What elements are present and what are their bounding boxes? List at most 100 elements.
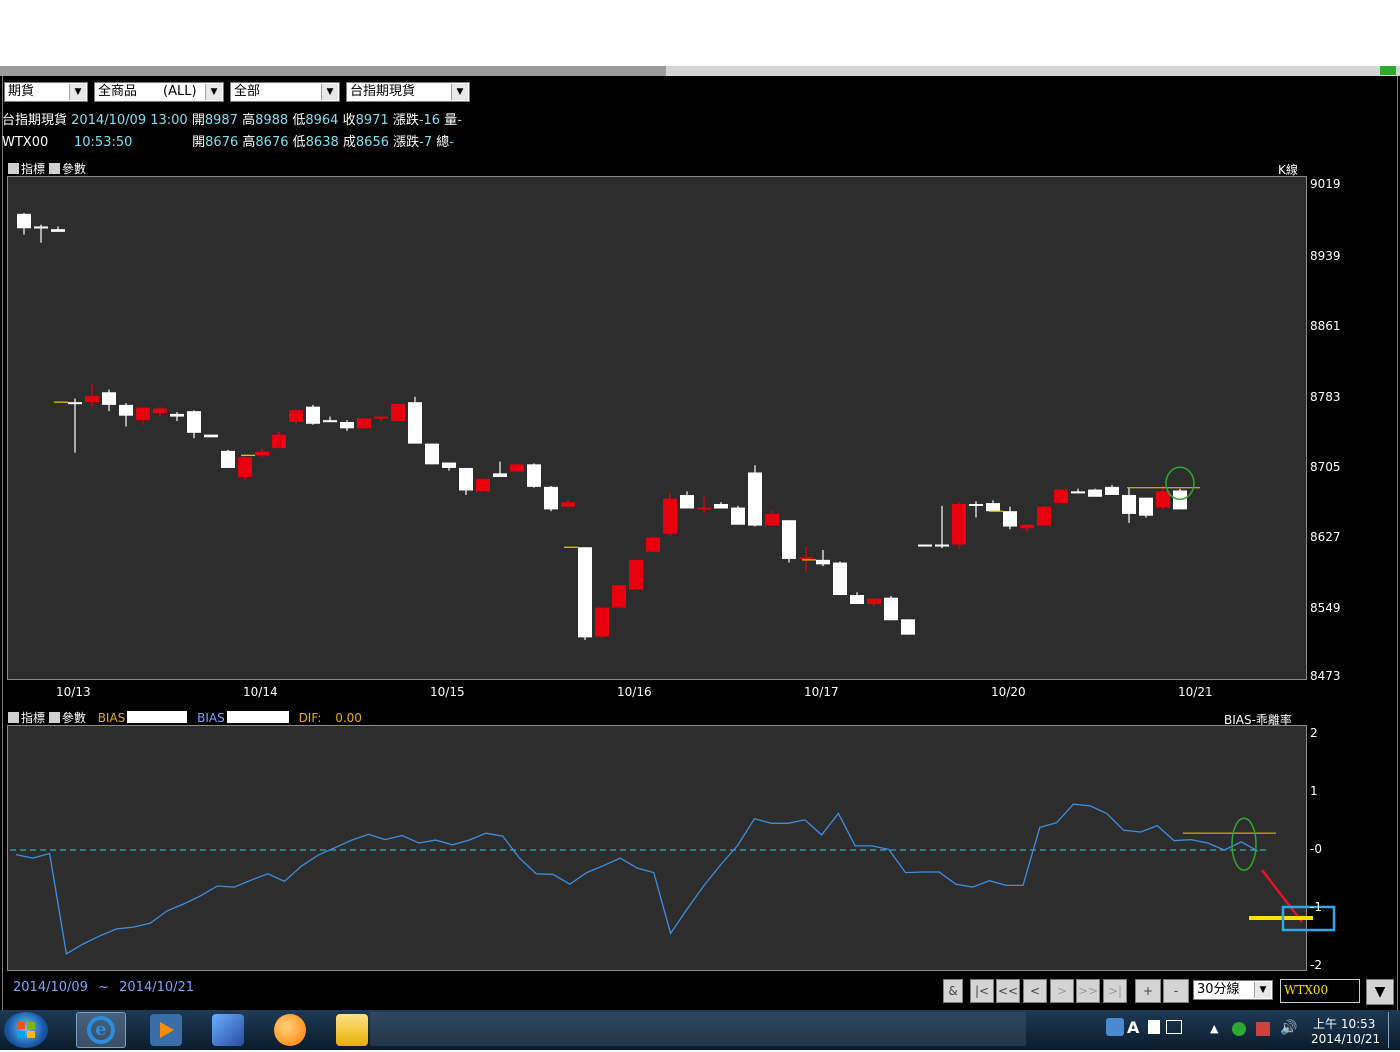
- symbol-select[interactable]: 台指期現貨 ▼: [346, 82, 470, 102]
- deal-value: 8656: [355, 135, 389, 150]
- fast-forward-button[interactable]: >>: [1076, 979, 1100, 1003]
- param-button[interactable]: 參數: [62, 162, 86, 176]
- price-tick-label: 8783: [1310, 389, 1341, 404]
- tray-ime-icon[interactable]: A: [1127, 1018, 1145, 1037]
- candle-body: [748, 472, 762, 526]
- trading-app-icon[interactable]: [212, 1014, 244, 1046]
- product-select[interactable]: 全商品 (ALL) ▼: [94, 82, 224, 102]
- candle-body: [714, 503, 728, 509]
- price-tick-label: 8861: [1310, 319, 1341, 334]
- low-value: 8638: [305, 135, 339, 150]
- candle-body: [204, 434, 218, 438]
- candle-body: [578, 547, 592, 638]
- zoom-in-button[interactable]: +: [1135, 979, 1161, 1003]
- tray-flag-icon[interactable]: [1256, 1022, 1270, 1036]
- total-value: -: [449, 135, 454, 150]
- fast-back-button[interactable]: <<: [996, 979, 1020, 1003]
- candle-body: [901, 619, 915, 635]
- link-button[interactable]: &: [943, 979, 963, 1003]
- range-end: 2014/10/21: [119, 980, 195, 995]
- change-label: 漲跌: [393, 135, 420, 150]
- price-tick-label: 8549: [1310, 600, 1341, 615]
- windows-logo-icon: [17, 1022, 35, 1038]
- symbol-input[interactable]: WTX00: [1280, 979, 1360, 1003]
- zoom-out-button[interactable]: -: [1163, 979, 1189, 1003]
- chevron-down-icon[interactable]: ▼: [321, 84, 338, 100]
- candle-body: [136, 407, 150, 421]
- market-select[interactable]: 期貨 ▼: [4, 82, 88, 102]
- candle-body: [153, 408, 167, 413]
- candle-body: [952, 503, 966, 545]
- candle-body: [816, 559, 830, 565]
- tray-network-icon[interactable]: [1106, 1018, 1124, 1036]
- indicator-toggle-icon[interactable]: [8, 712, 19, 723]
- candle-body: [476, 478, 490, 492]
- candlestick-chart-area[interactable]: [7, 176, 1307, 680]
- back-button[interactable]: <: [1023, 979, 1047, 1003]
- tray-volume-icon[interactable]: 🔊: [1280, 1020, 1297, 1036]
- chevron-down-icon[interactable]: ▼: [69, 84, 86, 100]
- candle-body: [765, 513, 779, 526]
- candle-body: [170, 413, 184, 417]
- indicator-toggle-icon[interactable]: [8, 163, 19, 174]
- chevron-down-icon[interactable]: ▼: [205, 84, 222, 100]
- candle-body: [68, 402, 82, 405]
- chevron-down-icon[interactable]: ▼: [1254, 982, 1271, 998]
- first-button[interactable]: |<: [970, 979, 994, 1003]
- quote-name: 台指期現貨: [2, 113, 68, 128]
- tray-expand-icon[interactable]: ▲: [1210, 1022, 1218, 1035]
- quote-time: 10:53:50: [74, 135, 133, 150]
- price-tick-label: 9019: [1310, 177, 1341, 191]
- show-desktop-divider[interactable]: [1388, 1012, 1389, 1048]
- candle-body: [595, 607, 609, 637]
- bias-chart-area[interactable]: [7, 725, 1307, 971]
- product-select-value: 全商品 (ALL): [98, 84, 197, 99]
- deal-label: 成: [342, 135, 356, 150]
- date-tick-label: 10/15: [430, 685, 465, 699]
- candle-body: [561, 502, 575, 507]
- clock-date[interactable]: 2014/10/21: [1311, 1032, 1380, 1046]
- bias-chart: [10, 803, 1276, 955]
- param-button[interactable]: 參數: [62, 711, 86, 725]
- window-title-bar[interactable]: [0, 66, 1400, 76]
- tray-doc-icon[interactable]: [1148, 1020, 1160, 1034]
- category-select[interactable]: 全部 ▼: [230, 82, 340, 102]
- candle-body: [425, 443, 439, 465]
- taskbar-window-preview[interactable]: [370, 1012, 1026, 1046]
- tray-keyboard-icon[interactable]: [1166, 1020, 1182, 1034]
- media-player-icon[interactable]: [150, 1014, 182, 1046]
- param-toggle-icon[interactable]: [48, 712, 60, 723]
- quote-row-futures: WTX00 10:53:50 開8676 高8676 低8638 成8656 漲跌…: [2, 135, 454, 151]
- candle-body: [493, 473, 507, 477]
- candle-body: [918, 544, 932, 547]
- candle-body: [986, 503, 1000, 512]
- forward-button[interactable]: >: [1050, 979, 1074, 1003]
- folder-icon[interactable]: [336, 1014, 368, 1046]
- expand-down-button[interactable]: ▼: [1366, 979, 1394, 1005]
- param-toggle-icon[interactable]: [48, 163, 60, 174]
- chevron-down-icon[interactable]: ▼: [451, 84, 468, 100]
- start-button[interactable]: [4, 1012, 48, 1048]
- status-indicator-icon: [1380, 66, 1396, 75]
- indicator-button[interactable]: 指標: [21, 711, 45, 725]
- candle-body: [663, 498, 677, 534]
- taskbar-ie-button[interactable]: e: [76, 1012, 126, 1048]
- dif-value: 0.00: [335, 711, 362, 725]
- messenger-icon[interactable]: [274, 1014, 306, 1046]
- tray-chat-icon[interactable]: [1232, 1022, 1246, 1036]
- candle-body: [1105, 486, 1119, 495]
- range-separator: ~: [98, 980, 109, 995]
- date-tick-label: 10/13: [56, 685, 91, 699]
- interval-select[interactable]: 30分線 ▼: [1193, 980, 1273, 1000]
- candle-body: [289, 410, 303, 422]
- candle-body: [1037, 506, 1051, 526]
- candle-body: [238, 457, 252, 477]
- indicator-button[interactable]: 指標: [21, 162, 45, 176]
- open-value: 8676: [205, 135, 239, 150]
- dif-label: DIF:: [298, 711, 322, 725]
- last-button[interactable]: >|: [1103, 979, 1127, 1003]
- main-panel-header: 指標 參數: [8, 160, 86, 177]
- quote-name: WTX00: [2, 135, 49, 150]
- high-label: 高: [242, 113, 256, 128]
- clock-time[interactable]: 上午 10:53: [1313, 1015, 1375, 1032]
